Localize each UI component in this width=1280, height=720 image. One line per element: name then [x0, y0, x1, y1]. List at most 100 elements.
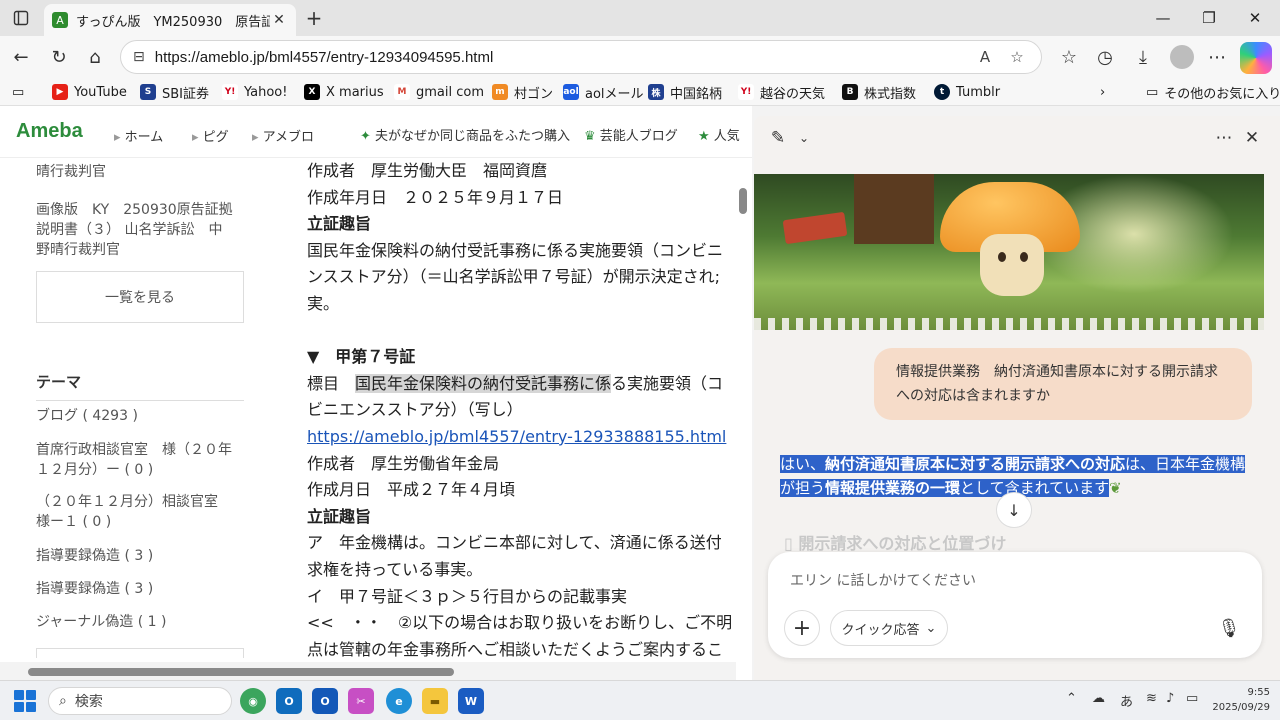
taskbar-search[interactable]: ⌕ 検索 — [48, 687, 232, 715]
back-icon[interactable]: ← — [6, 42, 36, 72]
new-chat-icon[interactable]: ✎ — [764, 124, 792, 152]
bookmark-x[interactable]: XX marius — [304, 82, 384, 102]
promo-link-3[interactable]: ★ 人気 — [698, 125, 740, 144]
scroll-thumb[interactable] — [28, 668, 454, 676]
home-icon[interactable]: ⌂ — [80, 42, 110, 72]
sidebar-entry[interactable]: 画像版 KY 250930原告証拠 説明書（３） 山名学訴訟 中 野晴行裁判官 — [36, 200, 246, 260]
selected-text: 国民年金保険料の納付受託事務に係 — [355, 373, 612, 393]
bookmarks-overflow-icon[interactable]: › — [1100, 82, 1105, 102]
tab-title: すっぴん版 YM250930 原告証拠 — [76, 14, 270, 30]
promo-link-1[interactable]: ✦ 夫がなぜか同じ商品をふたつ購入 — [360, 125, 570, 144]
bookmark-aol[interactable]: aol aolメール — [563, 82, 644, 102]
mushroom-character — [980, 234, 1044, 296]
word-icon[interactable]: W — [458, 688, 484, 714]
article-line: 作成者 厚生労働大臣 福岡資麿 — [307, 161, 548, 180]
bookmark-gmail[interactable]: Mgmail com — [394, 82, 484, 102]
mura-icon: m — [492, 84, 508, 100]
star-icon: ★ — [698, 129, 714, 144]
article-line: 国民年金保険料の納付受託事務に係る実施要領（コンビニ — [307, 240, 724, 260]
theme-item[interactable]: 指導要録偽造 ( 3 ) — [36, 579, 246, 599]
horizontal-scrollbar[interactable] — [0, 662, 736, 682]
bookmark-mura[interactable]: m 村ゴン — [492, 82, 553, 102]
banner-edge — [754, 318, 1264, 330]
show-hidden-icons[interactable]: ⌃ — [1066, 691, 1077, 706]
history-icon[interactable]: ◷ — [1090, 42, 1120, 72]
wifi-icon[interactable]: ≋ — [1146, 691, 1157, 706]
theme-item[interactable]: １２月分）ー ( 0 ) — [36, 460, 246, 480]
answer-subheading: ▯ 開示請求への対応と位置づけ — [784, 534, 1007, 553]
article-line: ビニエンスストア分）（写し） — [307, 400, 523, 420]
ime-indicator[interactable]: あ — [1120, 691, 1133, 710]
vertical-scrollbar[interactable] — [736, 158, 750, 686]
url-text[interactable]: https://ameblo.jp/bml4557/entry-12934094… — [155, 49, 965, 66]
restore-icon[interactable]: ❐ — [1186, 0, 1232, 36]
minimize-icon[interactable]: — — [1140, 0, 1186, 36]
add-attachment-button[interactable]: + — [784, 610, 820, 646]
bookmark-china[interactable]: 株中国銘柄 — [648, 82, 722, 102]
theme-item[interactable]: 首席行政相談官室 様（２０年 — [36, 440, 246, 460]
bookmark-tumblr[interactable]: t Tumblr — [934, 82, 1000, 102]
read-aloud-icon[interactable]: A — [973, 45, 997, 69]
nav-ameblo[interactable]: アメブロ — [252, 126, 314, 145]
tab-actions-icon[interactable] — [8, 6, 34, 30]
nav-home[interactable]: ホーム — [114, 126, 164, 145]
ameba-logo[interactable]: Ameba — [16, 120, 83, 143]
theme-item[interactable]: ブログ ( 4293 ) — [36, 406, 246, 426]
chat-composer[interactable]: エリン に話しかけてください + クイック応答 ⌄ 🎙 — [768, 552, 1262, 658]
onedrive-icon[interactable]: ☁ — [1092, 691, 1105, 706]
clock[interactable]: 9:55 2025/09/29 — [1210, 685, 1270, 715]
widgets-icon[interactable]: ◉ — [240, 688, 266, 714]
bookmark-yahoo[interactable]: Y! Yahoo! — [222, 82, 287, 102]
bookmarks-bar: ▭ ▶ YouTube S SBI証券 Y! Yahoo! XX marius Mgm… — [0, 78, 1280, 106]
close-tab-icon[interactable]: ✕ — [270, 11, 288, 29]
profile-avatar[interactable] — [1170, 45, 1194, 69]
web-page: Ameba ホーム ピグ アメブロ ✦ 夫がなぜか同じ商品をふたつ購入 ♛ 芸能… — [0, 106, 752, 686]
edge-icon[interactable]: e — [386, 688, 412, 714]
promo-link-2[interactable]: ♛ 芸能人ブログ — [584, 125, 678, 144]
article-body: 作成者 厚生労働大臣 福岡資麿 作成年月日 ２０２５年９月１７日 立証趣旨 国民… — [307, 158, 747, 663]
battery-icon[interactable]: ▭ — [1186, 691, 1198, 706]
downloads-icon[interactable]: ⤓ — [1128, 42, 1158, 72]
bookmark-index[interactable]: B 株式指数 — [842, 82, 916, 102]
character-banner — [754, 174, 1264, 330]
scroll-thumb[interactable] — [739, 188, 747, 214]
more-menu-icon[interactable]: ⋯ — [1202, 42, 1232, 72]
document-icon: ▯ — [784, 534, 799, 553]
article-link[interactable]: https://ameblo.jp/bml4557/entry-12933888… — [307, 427, 726, 446]
microphone-icon[interactable]: 🎙 — [1216, 614, 1242, 642]
other-favorites[interactable]: ▭ その他のお気に入り — [1146, 82, 1280, 102]
refresh-icon[interactable]: ↻ — [44, 42, 74, 72]
site-info-icon[interactable]: ⊟ — [133, 49, 145, 65]
browser-tab[interactable]: A すっぴん版 YM250930 原告証拠 ✕ — [44, 4, 296, 36]
nav-pigg[interactable]: ピグ — [192, 126, 229, 145]
aol-icon: aol — [563, 84, 579, 100]
view-list-button[interactable]: 一覧を見る — [36, 271, 244, 323]
outlook-icon[interactable]: O — [276, 688, 302, 714]
bookmark-weather[interactable]: Y! 越谷の天気 — [738, 82, 825, 102]
theme-item[interactable]: ジャーナル偽造 ( 1 ) — [36, 612, 246, 632]
theme-item[interactable]: 様ー１ ( 0 ) — [36, 512, 246, 532]
bookmarks-toggle-icon[interactable]: ▭ — [12, 82, 24, 102]
theme-item[interactable]: 指導要録偽造 ( 3 ) — [36, 546, 246, 566]
chevron-down-icon[interactable]: ⌄ — [790, 124, 818, 152]
bookmark-youtube[interactable]: ▶ YouTube — [52, 82, 127, 102]
volume-icon[interactable]: ♪ — [1166, 691, 1174, 706]
theme-item[interactable]: （２０年１２月分）相談官室 — [36, 492, 246, 512]
favorite-star-icon[interactable]: ☆ — [1005, 45, 1029, 69]
more-options-icon[interactable]: ⋯ — [1210, 124, 1238, 152]
new-tab-icon[interactable]: + — [302, 6, 326, 30]
file-explorer-icon[interactable]: ▬ — [422, 688, 448, 714]
quick-reply-button[interactable]: クイック応答 ⌄ — [830, 610, 948, 646]
windows-start-icon[interactable] — [14, 690, 36, 712]
copilot-icon[interactable] — [1240, 42, 1272, 74]
sidebar-entry-tail[interactable]: 晴行裁判官 — [36, 162, 106, 182]
scroll-down-button[interactable]: ↓ — [996, 492, 1032, 528]
close-window-icon[interactable]: ✕ — [1232, 0, 1278, 36]
snipping-tool-icon[interactable]: ✂ — [348, 688, 374, 714]
address-bar[interactable]: ⊟ https://ameblo.jp/bml4557/entry-129340… — [120, 40, 1042, 74]
outlook-new-icon[interactable]: O — [312, 688, 338, 714]
chat-input[interactable]: エリン に話しかけてください — [790, 570, 976, 590]
close-panel-icon[interactable]: ✕ — [1238, 124, 1266, 152]
bookmark-sbi[interactable]: S SBI証券 — [140, 82, 209, 102]
favorites-icon[interactable]: ☆ — [1054, 42, 1084, 72]
